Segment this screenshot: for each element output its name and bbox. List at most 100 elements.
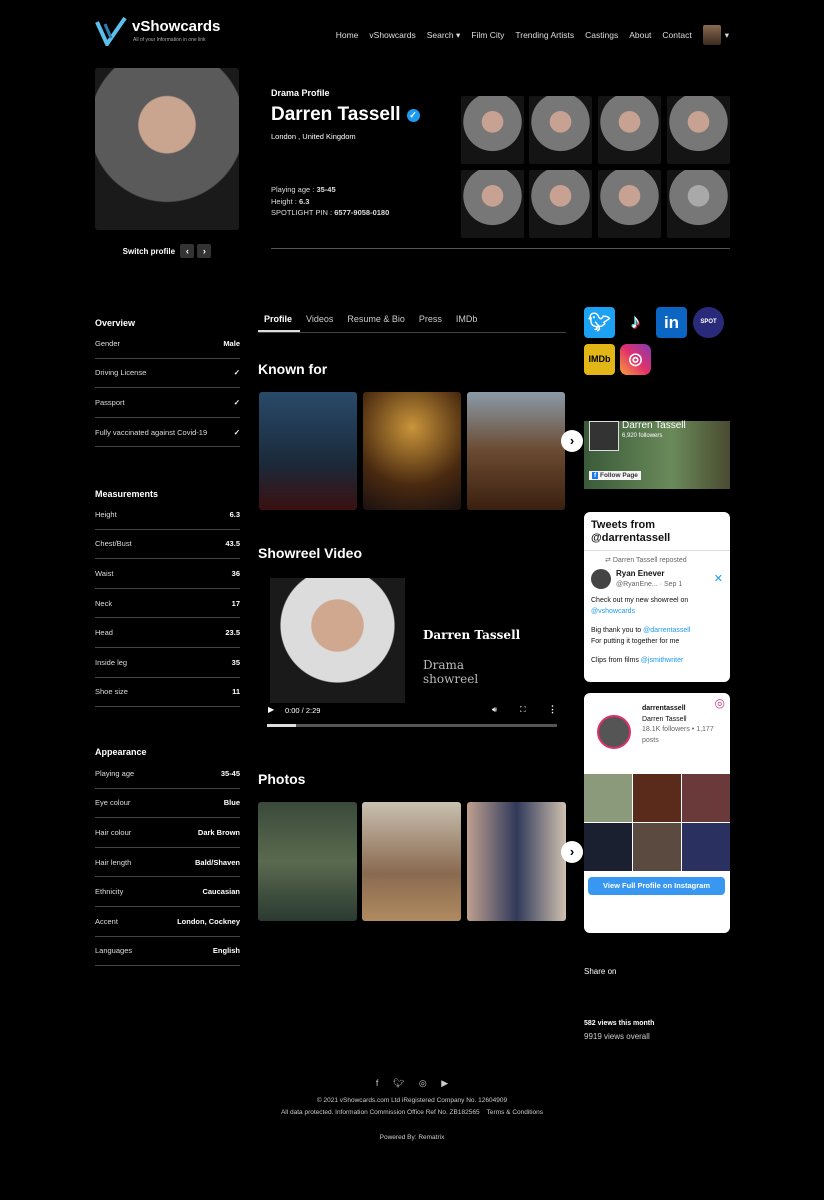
appearance-row: Eye colour Blue	[95, 789, 240, 819]
play-icon[interactable]: ▶	[268, 705, 274, 714]
tiktok-icon[interactable]: ♪	[620, 307, 651, 338]
instagram-icon[interactable]: ◎	[419, 1078, 427, 1088]
nav-castings[interactable]: Castings	[585, 30, 618, 40]
tab-resume-bio[interactable]: Resume & Bio	[341, 309, 413, 332]
nav-trending-artists[interactable]: Trending Artists	[515, 30, 574, 40]
tweet[interactable]: ⇄ Darren Tassell reposted Ryan Enever @Ry…	[584, 551, 730, 670]
overview-row: Driving License ✓	[95, 359, 240, 389]
facebook-icon[interactable]: f	[376, 1078, 379, 1088]
tweet-link[interactable]: @jsmithwriter	[641, 657, 684, 664]
row-label: Chest/Bust	[95, 539, 132, 549]
row-value: 43.5	[225, 539, 240, 549]
playing-age-label: Playing age :	[271, 185, 317, 194]
footer-ico: All data protected. Information Commissi…	[280, 1109, 480, 1116]
next-profile-button[interactable]: ›	[197, 244, 212, 258]
known-for-next-button[interactable]: ›	[561, 430, 583, 452]
instagram-icon[interactable]: ◎	[620, 344, 651, 375]
brand-name[interactable]: vShowcards	[132, 18, 220, 35]
showreel-video-player[interactable]: Darren Tassell Drama showreel ▶ 0:00 / 2…	[266, 578, 557, 728]
youtube-icon[interactable]: ▶	[441, 1078, 448, 1088]
photo-thumb[interactable]	[258, 802, 357, 921]
row-label: Passport	[95, 397, 125, 407]
known-for-poster[interactable]	[363, 392, 461, 510]
user-menu[interactable]: ▾	[702, 25, 729, 45]
vshowcards-logo-icon[interactable]	[95, 16, 127, 46]
caret-down-icon: ▾	[724, 29, 729, 40]
headshot-thumb[interactable]	[529, 96, 592, 164]
known-for-poster[interactable]	[467, 392, 565, 510]
share-on-label: Share on	[584, 967, 617, 976]
nav-film-city[interactable]: Film City	[471, 30, 504, 40]
volume-icon[interactable]: 🔊︎	[492, 705, 497, 715]
appearance-row: Hair length Bald/Shaven	[95, 848, 240, 878]
headshot-thumb[interactable]	[667, 96, 730, 164]
linkedin-icon[interactable]: in	[656, 307, 687, 338]
verified-icon: ✓	[406, 108, 420, 122]
headshot-thumb[interactable]	[529, 170, 592, 238]
headshot-thumb[interactable]	[667, 170, 730, 238]
twitter-icon[interactable]: 🐦︎	[393, 1078, 404, 1088]
facebook-follow-button[interactable]: f Follow Page	[589, 471, 641, 480]
tab-press[interactable]: Press	[413, 309, 450, 332]
headshot-thumb[interactable]	[598, 96, 661, 164]
nav-home[interactable]: Home	[336, 30, 359, 40]
photos-next-button[interactable]: ›	[561, 841, 583, 863]
spotlight-icon[interactable]: SPOT	[693, 307, 724, 338]
nav-about[interactable]: About	[629, 30, 651, 40]
twitter-icon[interactable]: 🐦︎	[584, 307, 615, 338]
nav-vshowcards[interactable]: vShowcards	[369, 30, 415, 40]
row-value: Bald/Shaven	[194, 857, 240, 867]
view-instagram-profile-button[interactable]: View Full Profile on Instagram	[588, 877, 725, 895]
row-value: London, Cockney	[177, 916, 240, 926]
tab-videos[interactable]: Videos	[300, 309, 341, 332]
instagram-grid	[584, 774, 730, 871]
instagram-post[interactable]	[584, 823, 632, 871]
tweet-link[interactable]: @vshowcards	[591, 606, 723, 617]
photo-thumb[interactable]	[467, 802, 566, 921]
brand-tagline: All of your Information in one link	[133, 37, 206, 43]
profile-type: Drama Profile	[271, 88, 330, 98]
facebook-icon: f	[592, 472, 599, 479]
more-options-icon[interactable]: ⋮	[548, 704, 557, 715]
nav-search[interactable]: Search ▾	[427, 30, 461, 41]
switch-profile-label: Switch profile	[122, 247, 176, 256]
row-value: English	[212, 946, 240, 956]
facebook-page-widget[interactable]: Darren Tassell 6,920 followers f Follow …	[584, 420, 730, 489]
measurements-row: Chest/Bust 43.5	[95, 530, 240, 560]
switch-profile: Switch profile ‹ ›	[95, 244, 239, 258]
tab-imdb[interactable]: IMDb	[450, 309, 486, 332]
instagram-username[interactable]: darrentassell	[642, 704, 724, 715]
profile-location: London , United Kingdom	[271, 132, 356, 141]
row-label: Hair colour	[95, 827, 132, 837]
photo-thumb[interactable]	[362, 802, 461, 921]
profile-name: Darren Tassell	[271, 104, 401, 125]
video-progress-bar[interactable]	[267, 724, 557, 727]
headshot-thumb[interactable]	[461, 170, 524, 238]
headshot-thumb[interactable]	[598, 170, 661, 238]
video-progress-fill	[267, 724, 296, 727]
tab-profile[interactable]: Profile	[258, 309, 301, 332]
prev-profile-button[interactable]: ‹	[180, 244, 195, 258]
terms-link[interactable]: Terms & Conditions	[487, 1109, 543, 1116]
fullscreen-icon[interactable]: ⛶	[520, 705, 526, 715]
row-label: Shoe size	[95, 687, 128, 697]
repost-label: Darren Tassell reposted	[612, 557, 687, 564]
instagram-profile-info: darrentassell Darren Tassell 18.1K follo…	[642, 704, 724, 746]
row-value: ✓	[233, 427, 240, 437]
headshot-thumb[interactable]	[461, 96, 524, 164]
measurements-row: Shoe size 11	[95, 678, 240, 708]
playing-age-value: 35-45	[316, 185, 336, 194]
known-for-poster[interactable]	[259, 392, 357, 510]
row-label: Eye colour	[95, 798, 131, 808]
instagram-post[interactable]	[682, 774, 730, 822]
instagram-post[interactable]	[682, 823, 730, 871]
appearance-row: Accent London, Cockney	[95, 907, 240, 937]
instagram-post[interactable]	[633, 823, 681, 871]
imdb-icon[interactable]: IMDb	[584, 344, 615, 375]
nav-contact[interactable]: Contact	[662, 30, 691, 40]
tweet-link[interactable]: @darrentassell	[643, 627, 690, 634]
instagram-post[interactable]	[633, 774, 681, 822]
row-label: Fully vaccinated against Covid-19	[95, 427, 208, 437]
instagram-post[interactable]	[584, 774, 632, 822]
measurements-row: Waist 36	[95, 559, 240, 589]
